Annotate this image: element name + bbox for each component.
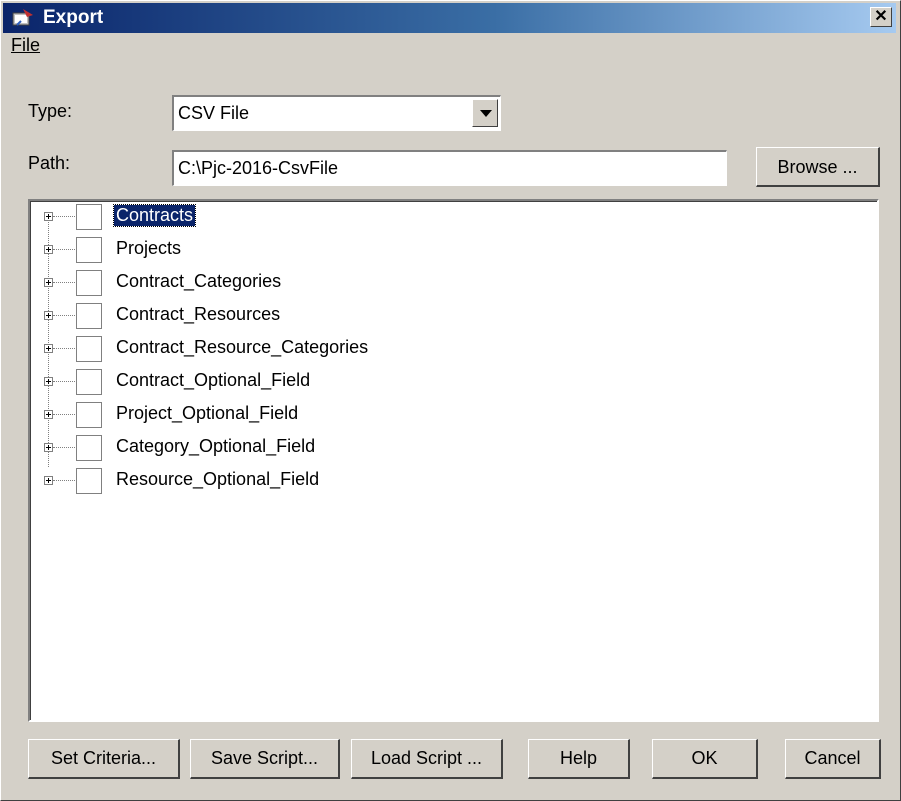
path-input-value: C:\Pjc-2016-CsvFile bbox=[178, 158, 339, 178]
export-app-icon bbox=[12, 9, 33, 26]
tree-branch-line bbox=[53, 282, 75, 283]
node-checkbox[interactable] bbox=[76, 270, 102, 296]
expand-icon[interactable] bbox=[44, 443, 53, 452]
tree-node[interactable]: Contract_Resource_Categories bbox=[30, 336, 830, 366]
tree-branch-line bbox=[53, 348, 75, 349]
type-select[interactable]: CSV File bbox=[172, 95, 501, 131]
help-button[interactable]: Help bbox=[528, 739, 630, 779]
node-label[interactable]: Contract_Categories bbox=[114, 271, 283, 292]
expand-icon[interactable] bbox=[44, 410, 53, 419]
node-label[interactable]: Resource_Optional_Field bbox=[114, 469, 321, 490]
tree-branch-line bbox=[53, 447, 75, 448]
export-dialog: Export ✕ File Type: CSV File Path: C:\Pj… bbox=[0, 0, 901, 801]
tree-branch-line bbox=[53, 381, 75, 382]
browse-button-label: Browse ... bbox=[777, 157, 858, 177]
tree-node[interactable]: Contract_Categories bbox=[30, 270, 830, 300]
expand-icon[interactable] bbox=[44, 278, 53, 287]
tree-node[interactable]: Project_Optional_Field bbox=[30, 402, 830, 432]
close-icon: ✕ bbox=[874, 8, 888, 25]
set-criteria-button[interactable]: Set Criteria... bbox=[28, 739, 180, 779]
window-title: Export bbox=[43, 7, 104, 28]
node-checkbox[interactable] bbox=[76, 336, 102, 362]
tree-branch-line bbox=[53, 414, 75, 415]
set-criteria-button-label: Set Criteria... bbox=[50, 748, 157, 768]
chevron-down-icon bbox=[480, 110, 492, 117]
node-checkbox[interactable] bbox=[76, 435, 102, 461]
load-script-button[interactable]: Load Script ... bbox=[351, 739, 503, 779]
tree-branch-line bbox=[53, 315, 75, 316]
expand-icon[interactable] bbox=[44, 212, 53, 221]
cancel-button[interactable]: Cancel bbox=[785, 739, 881, 779]
node-label[interactable]: Contract_Resources bbox=[114, 304, 282, 325]
cancel-button-label: Cancel bbox=[804, 748, 861, 768]
expand-icon[interactable] bbox=[44, 344, 53, 353]
ok-button-label: OK bbox=[691, 748, 718, 768]
close-button[interactable]: ✕ bbox=[870, 7, 892, 27]
node-label[interactable]: Contracts bbox=[112, 204, 197, 227]
type-select-value: CSV File bbox=[178, 103, 250, 123]
expand-icon[interactable] bbox=[44, 311, 53, 320]
path-input[interactable]: C:\Pjc-2016-CsvFile bbox=[172, 150, 727, 186]
type-dropdown-button[interactable] bbox=[472, 99, 498, 127]
node-checkbox[interactable] bbox=[76, 237, 102, 263]
tree-node[interactable]: Contracts bbox=[30, 204, 830, 234]
node-label[interactable]: Contract_Resource_Categories bbox=[114, 337, 370, 358]
node-label[interactable]: Project_Optional_Field bbox=[114, 403, 300, 424]
save-script-button-label: Save Script... bbox=[210, 748, 319, 768]
tree-branch-line bbox=[53, 249, 75, 250]
node-checkbox[interactable] bbox=[76, 402, 102, 428]
menu-bar: File bbox=[3, 33, 896, 57]
help-button-label: Help bbox=[559, 748, 598, 768]
load-script-button-label: Load Script ... bbox=[370, 748, 483, 768]
node-checkbox[interactable] bbox=[76, 369, 102, 395]
expand-icon[interactable] bbox=[44, 245, 53, 254]
tree-node[interactable]: Category_Optional_Field bbox=[30, 435, 830, 465]
table-tree-view[interactable]: Contracts Projects Contract_Categories C… bbox=[28, 199, 879, 722]
node-checkbox[interactable] bbox=[76, 468, 102, 494]
tree-node[interactable]: Contract_Optional_Field bbox=[30, 369, 830, 399]
node-checkbox[interactable] bbox=[76, 204, 102, 230]
expand-icon[interactable] bbox=[44, 476, 53, 485]
title-bar[interactable]: Export ✕ bbox=[3, 3, 896, 33]
menu-file-label: File bbox=[11, 35, 41, 55]
tree-node[interactable]: Resource_Optional_Field bbox=[30, 468, 830, 498]
node-label[interactable]: Projects bbox=[114, 238, 183, 259]
tree-node[interactable]: Contract_Resources bbox=[30, 303, 830, 333]
node-checkbox[interactable] bbox=[76, 303, 102, 329]
tree-branch-line bbox=[53, 216, 75, 217]
menu-file[interactable]: File bbox=[11, 35, 40, 56]
node-label[interactable]: Contract_Optional_Field bbox=[114, 370, 312, 391]
ok-button[interactable]: OK bbox=[652, 739, 758, 779]
browse-button[interactable]: Browse ... bbox=[756, 147, 880, 187]
path-label: Path: bbox=[28, 153, 71, 173]
node-label[interactable]: Category_Optional_Field bbox=[114, 436, 317, 457]
type-label: Type: bbox=[28, 101, 73, 121]
tree-node[interactable]: Projects bbox=[30, 237, 830, 267]
expand-icon[interactable] bbox=[44, 377, 53, 386]
tree-branch-line bbox=[53, 480, 75, 481]
save-script-button[interactable]: Save Script... bbox=[190, 739, 340, 779]
